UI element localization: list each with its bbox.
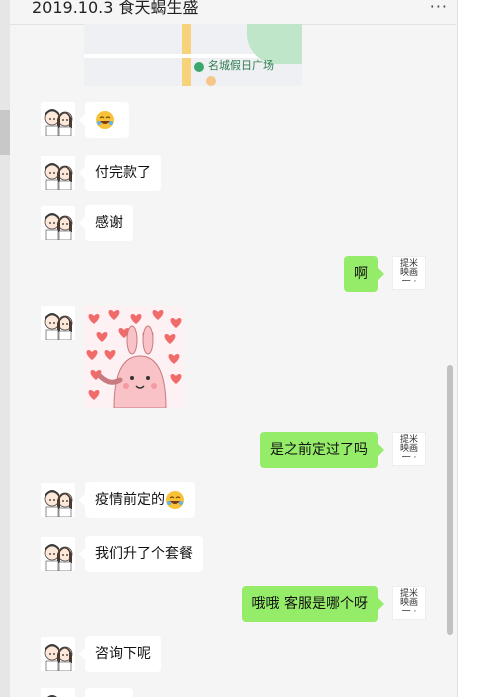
bunny-sticker-icon — [84, 306, 184, 408]
my-avatar[interactable]: 提米 映画 一 · — [392, 586, 426, 620]
map-place-label: 名城假日广场 — [208, 59, 274, 72]
rofl-emoji-icon — [166, 491, 184, 509]
message-bubble-out[interactable]: 啊 — [344, 256, 384, 292]
couple-avatar-icon — [41, 483, 75, 517]
my-avatar[interactable]: 提米 映画 一 · — [392, 432, 426, 466]
right-pane-edge — [457, 0, 480, 697]
contact-avatar[interactable] — [41, 637, 75, 671]
map-marker-icon — [206, 76, 216, 86]
message-bubble-in[interactable]: 我们升了个套餐 — [79, 536, 203, 572]
left-pane-scroll-knob[interactable] — [0, 110, 10, 155]
bunny-hearts-sticker[interactable] — [84, 306, 184, 408]
map-pin-icon — [194, 62, 204, 72]
more-dots-icon[interactable]: ··· — [430, 0, 448, 16]
chat-scrollbar[interactable] — [447, 365, 453, 635]
location-map-card[interactable]: 名城假日广场 — [84, 24, 302, 86]
my-avatar[interactable]: 提米 映画 一 · — [392, 256, 426, 290]
contact-avatar[interactable] — [41, 156, 75, 190]
left-pane-edge — [0, 0, 10, 697]
couple-avatar-icon — [41, 102, 75, 136]
message-bubble-in[interactable] — [85, 688, 133, 697]
contact-avatar[interactable] — [41, 206, 75, 240]
contact-avatar[interactable] — [41, 306, 75, 340]
contact-avatar[interactable] — [41, 688, 75, 697]
logo-text: 一 · — [401, 606, 417, 617]
contact-avatar[interactable] — [41, 537, 75, 571]
logo-text: 一 · — [401, 452, 417, 463]
rofl-emoji-icon — [96, 111, 114, 129]
message-bubble-in[interactable]: 付完款了 — [79, 155, 161, 191]
couple-avatar-icon — [41, 206, 75, 240]
chat-window: 2019.10.3 食天蝎生盛 ··· 名城假日广场 付完款了 感谢 啊 提米 … — [10, 0, 456, 697]
contact-avatar[interactable] — [41, 102, 75, 136]
couple-avatar-icon — [41, 306, 75, 340]
message-bubble-in[interactable] — [79, 102, 129, 138]
message-bubble-in[interactable]: 疫情前定的 — [79, 482, 195, 518]
couple-avatar-icon — [41, 688, 75, 697]
contact-avatar[interactable] — [41, 483, 75, 517]
message-bubble-out[interactable]: 哦哦 客服是哪个呀 — [241, 586, 385, 622]
chat-title: 2019.10.3 食天蝎生盛 — [32, 0, 199, 17]
couple-avatar-icon — [41, 537, 75, 571]
logo-text: 一 · — [401, 276, 417, 287]
couple-avatar-icon — [41, 637, 75, 671]
message-bubble-in[interactable]: 咨询下呢 — [79, 636, 161, 672]
message-bubble-out[interactable]: 是之前定过了吗 — [260, 432, 384, 468]
couple-avatar-icon — [41, 156, 75, 190]
message-bubble-in[interactable]: 感谢 — [79, 205, 133, 241]
chat-header: 2019.10.3 食天蝎生盛 ··· — [10, 0, 456, 25]
